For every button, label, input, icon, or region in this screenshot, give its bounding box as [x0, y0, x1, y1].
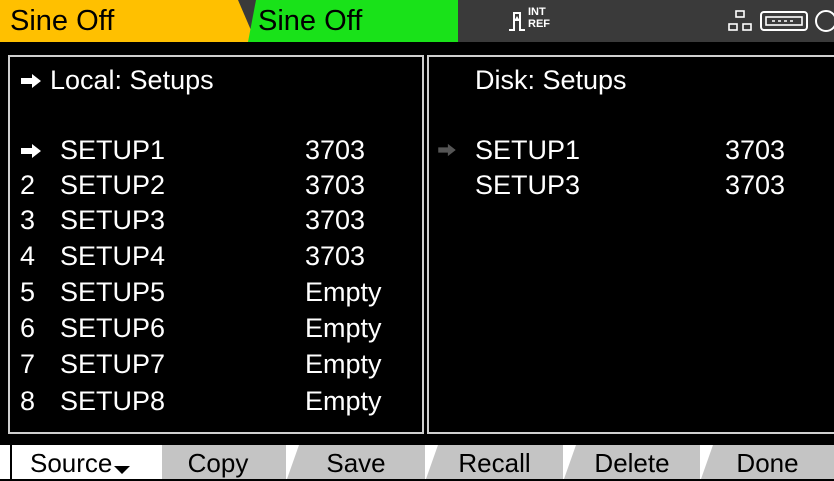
disk-setup-row[interactable]: SETUP1 3703 [429, 132, 834, 168]
trigger-icon [509, 12, 525, 31]
local-setup-row[interactable]: 3 SETUP3 3703 [10, 202, 422, 238]
setup-value: Empty [305, 313, 382, 343]
copy-button[interactable]: Copy [150, 445, 286, 479]
setup-index: 7 [20, 349, 36, 379]
setup-value: Empty [305, 277, 382, 307]
setup-value: 3703 [725, 135, 786, 165]
setup-name: SETUP1 [475, 135, 581, 165]
setup-name: SETUP7 [60, 349, 166, 379]
arrow-right-icon [21, 144, 41, 158]
setup-value: Empty [305, 386, 382, 416]
setup-name: SETUP3 [475, 170, 581, 200]
setup-index: 6 [20, 313, 36, 343]
local-setup-row[interactable]: 6 SETUP6 Empty [10, 310, 422, 346]
lan-icon [728, 10, 752, 31]
setup-value: 3703 [725, 170, 786, 200]
setup-index: 8 [20, 386, 36, 416]
trigger-indicator: INT REF [508, 6, 568, 36]
local-setup-row[interactable]: SETUP1 3703 [10, 132, 422, 168]
arrow-right-icon [21, 74, 41, 88]
status-bar: Sine Off Sine Off INT REF [0, 0, 834, 42]
disk-panel-title: Disk: Setups [475, 65, 627, 95]
delete-button[interactable]: Delete [564, 445, 700, 479]
setup-index: 2 [20, 170, 36, 200]
trigger-ref-label: REF [528, 18, 550, 30]
local-setup-row[interactable]: 8 SETUP8 Empty [10, 383, 422, 419]
channel2-status[interactable]: Sine Off [248, 0, 458, 42]
recall-button[interactable]: Recall [426, 445, 563, 479]
clock-icon [815, 10, 834, 32]
setup-index: 4 [20, 241, 36, 271]
disk-setup-row[interactable]: SETUP3 3703 [429, 167, 834, 203]
source-label: Source [30, 448, 113, 478]
setup-value: 3703 [305, 170, 366, 200]
setup-index: 5 [20, 277, 36, 307]
setup-index: 3 [20, 205, 36, 235]
disk-setups-panel: Disk: Setups SETUP1 3703 SETUP3 3703 [427, 55, 834, 434]
setup-name: SETUP5 [60, 277, 166, 307]
setup-name: SETUP8 [60, 386, 166, 416]
usb-icon [760, 11, 808, 31]
setup-name: SETUP1 [60, 135, 166, 165]
local-setup-row[interactable]: 2 SETUP2 3703 [10, 167, 422, 203]
setup-name: SETUP3 [60, 205, 166, 235]
setup-name: SETUP4 [60, 241, 166, 271]
local-setup-row[interactable]: 4 SETUP4 3703 [10, 238, 422, 274]
setup-value: 3703 [305, 241, 366, 271]
arrow-right-icon [438, 143, 456, 157]
local-setup-row[interactable]: 5 SETUP5 Empty [10, 274, 422, 310]
setup-value: 3703 [305, 205, 366, 235]
setup-value: 3703 [305, 135, 366, 165]
setup-name: SETUP2 [60, 170, 166, 200]
chevron-down-icon [114, 466, 131, 474]
local-panel-title: Local: Setups [50, 65, 214, 95]
trigger-int-label: INT [528, 6, 546, 18]
local-setup-row[interactable]: 7 SETUP7 Empty [10, 346, 422, 382]
channel1-status[interactable]: Sine Off [0, 0, 256, 42]
setup-value: Empty [305, 349, 382, 379]
setup-name: SETUP6 [60, 313, 166, 343]
done-button[interactable]: Done [701, 445, 834, 479]
source-button[interactable]: Source [10, 445, 162, 479]
local-setups-panel: Local: Setups SETUP1 3703 2 SETUP2 3703 … [8, 55, 424, 434]
softkey-bar: Copy Save Recall Delete Done Source [0, 445, 834, 479]
save-button[interactable]: Save [287, 445, 425, 479]
